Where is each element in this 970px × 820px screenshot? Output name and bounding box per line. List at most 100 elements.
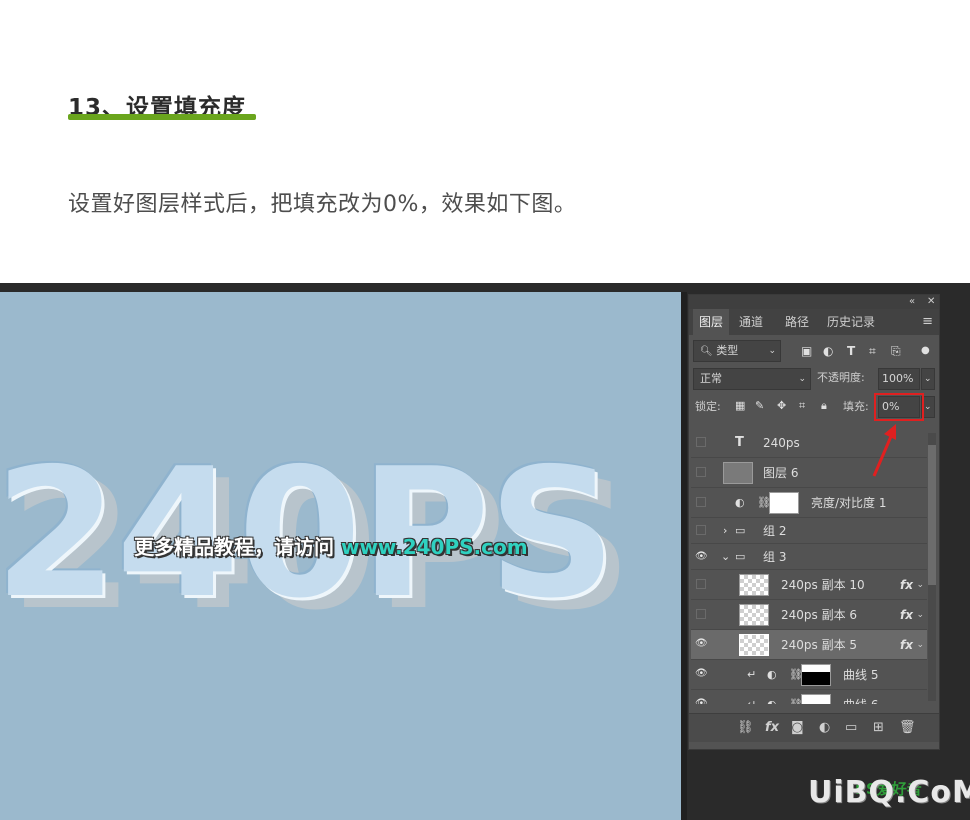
filter-toggle-icon[interactable]: ● xyxy=(921,340,930,362)
visibility-toggle-empty[interactable] xyxy=(696,437,706,447)
site-domain-watermark: UiBQ.CoM xyxy=(808,775,970,810)
expand-effects-icon[interactable]: ⌄ xyxy=(916,570,924,600)
scrollbar-thumb[interactable] xyxy=(928,445,936,585)
curves-adjustment-icon: ◐ xyxy=(767,668,777,681)
expand-effects-icon[interactable]: ⌄ xyxy=(916,600,924,630)
watermark-url: www.240PS.com xyxy=(340,535,528,559)
opacity-label: 不透明度: xyxy=(817,371,865,384)
layer-name: 图层 6 xyxy=(763,466,799,480)
opacity-dropdown-button[interactable]: ⌄ xyxy=(921,368,935,390)
link-layers-icon[interactable]: ⛓ xyxy=(737,714,754,742)
eye-icon[interactable]: 👁︎ xyxy=(695,638,708,650)
layer-thumbnail xyxy=(723,462,753,484)
filter-kind-label: 类型 xyxy=(716,344,739,357)
adjustment-filter-icon[interactable]: ◐ xyxy=(823,340,833,362)
layer-name: 240ps 副本 10 xyxy=(781,578,865,592)
tab-channels[interactable]: 通道 xyxy=(733,309,769,335)
eye-icon[interactable]: 👁︎ xyxy=(695,668,708,680)
smart-object-filter-icon[interactable]: ⎘ xyxy=(891,340,901,362)
delete-layer-icon[interactable]: 🗑︎ xyxy=(899,714,916,742)
eye-icon[interactable]: 👁︎ xyxy=(695,551,708,563)
text-layer-icon: T xyxy=(735,435,744,450)
red-arrow-line xyxy=(872,433,894,477)
layer-name: 240ps xyxy=(763,436,800,450)
layer-thumbnail xyxy=(739,574,769,596)
image-filter-icon[interactable]: ▣ xyxy=(801,340,812,362)
panel-tabs: 图层 通道 路径 历史记录 ≡ xyxy=(689,309,939,335)
layer-row[interactable]: 240ps 副本 6 fx ⌄ xyxy=(691,600,927,630)
fx-badge[interactable]: fx xyxy=(900,600,913,630)
layer-row[interactable]: › ▭ 组 2 xyxy=(691,518,927,544)
visibility-toggle-empty[interactable] xyxy=(696,497,706,507)
shape-filter-icon[interactable]: ⌗ xyxy=(869,340,876,362)
layer-mask-thumbnail xyxy=(801,664,831,686)
photoshop-window: 240PS 240PS 更多精品教程，请访问 www.240PS.com « ✕… xyxy=(0,283,970,820)
opacity-input[interactable]: 100% xyxy=(878,368,920,390)
add-style-icon[interactable]: fx xyxy=(765,714,779,742)
layer-name: 曲线 5 xyxy=(843,668,879,682)
layers-scrollbar[interactable] xyxy=(928,433,936,701)
new-group-icon[interactable]: ▭ xyxy=(845,714,857,742)
layer-row[interactable]: 240ps 副本 10 fx ⌄ xyxy=(691,570,927,600)
canvas-divider xyxy=(681,292,687,820)
layer-name: 组 2 xyxy=(763,524,787,538)
visibility-toggle-empty[interactable] xyxy=(696,579,706,589)
layer-row[interactable]: 👁︎ ⌄ ▭ 组 3 xyxy=(691,544,927,570)
eye-icon[interactable]: 👁︎ xyxy=(695,698,708,704)
chevron-right-icon[interactable]: › xyxy=(723,518,727,544)
chevron-down-icon[interactable]: ⌄ xyxy=(721,544,730,570)
lock-image-icon[interactable]: ✎ xyxy=(755,396,764,416)
fill-highlight-box xyxy=(874,393,924,421)
close-icon[interactable]: ✕ xyxy=(927,295,935,309)
heading-underline xyxy=(68,114,256,120)
canvas[interactable]: 240PS 240PS 更多精品教程，请访问 www.240PS.com xyxy=(0,292,681,820)
panel-menu-icon[interactable]: ≡ xyxy=(922,309,933,335)
lock-transparent-icon[interactable]: ▦ xyxy=(735,396,745,416)
visibility-toggle-empty[interactable] xyxy=(696,525,706,535)
fx-badge[interactable]: fx xyxy=(900,630,913,660)
tab-layers[interactable]: 图层 xyxy=(693,309,730,335)
layer-name: 240ps 副本 5 xyxy=(781,638,858,652)
lock-position-icon[interactable]: ✥ xyxy=(777,396,786,416)
lock-label: 锁定: xyxy=(695,400,721,413)
expand-effects-icon[interactable]: ⌄ xyxy=(916,630,924,660)
new-layer-icon[interactable]: ⊞ xyxy=(873,714,884,742)
type-filter-icon[interactable]: T xyxy=(847,340,855,362)
fill-label: 填充: xyxy=(843,400,869,413)
visibility-toggle-empty[interactable] xyxy=(696,609,706,619)
collapse-icon[interactable]: « xyxy=(909,295,915,309)
lock-artboard-icon[interactable]: ⌗ xyxy=(799,396,805,416)
visibility-toggle-empty[interactable] xyxy=(696,467,706,477)
layer-name: 240ps 副本 6 xyxy=(781,608,858,622)
layer-row[interactable]: 👁︎ ↵ ◐ ⛓ 曲线 5 xyxy=(691,660,927,690)
adjustment-icon: ◐ xyxy=(735,496,745,509)
layer-name: 组 3 xyxy=(763,550,787,564)
fx-badge[interactable]: fx xyxy=(900,570,913,600)
layer-row[interactable]: 👁︎ ↵ ◐ ⛓ 曲线 6 xyxy=(691,690,927,704)
lock-all-icon[interactable]: 🔒︎ xyxy=(821,396,827,416)
panel-bottom-toolbar: ⛓ fx ◙ ◐ ▭ ⊞ 🗑︎ xyxy=(689,713,939,742)
watermark-prefix: 更多精品教程，请访问 xyxy=(134,535,334,559)
layer-thumbnail xyxy=(739,604,769,626)
canvas-watermark: 更多精品教程，请访问 www.240PS.com xyxy=(134,531,528,560)
layer-thumbnail xyxy=(739,634,769,656)
red-arrow-annotation xyxy=(872,424,896,477)
add-mask-icon[interactable]: ◙ xyxy=(791,714,804,742)
tab-history[interactable]: 历史记录 xyxy=(821,309,881,335)
curves-adjustment-icon: ◐ xyxy=(767,690,777,704)
layer-mask-thumbnail xyxy=(769,492,799,514)
folder-open-icon: ▭ xyxy=(735,550,746,563)
new-adjustment-icon[interactable]: ◐ xyxy=(819,714,830,742)
article-body-text: 设置好图层样式后，把填充改为0%，效果如下图。 xyxy=(68,192,577,217)
layer-mask-thumbnail xyxy=(801,694,831,704)
tab-paths[interactable]: 路径 xyxy=(779,309,815,335)
folder-icon: ▭ xyxy=(735,524,746,537)
filter-kind-select[interactable]: 🔍︎ 类型 ⌄ xyxy=(693,340,781,362)
layer-name: 曲线 6 xyxy=(843,690,878,704)
chevron-down-icon: ⌄ xyxy=(798,374,806,384)
layer-row-selected[interactable]: 👁︎ 240ps 副本 5 fx ⌄ xyxy=(691,630,927,660)
filter-row: 🔍︎ 类型 ⌄ ▣ ◐ T ⌗ ⎘ ● xyxy=(693,340,933,362)
layer-row[interactable]: ◐ ⛓ 亮度/对比度 1 xyxy=(691,488,927,518)
search-icon: 🔍︎ xyxy=(700,346,713,357)
blend-mode-select[interactable]: 正常 ⌄ xyxy=(693,368,811,390)
